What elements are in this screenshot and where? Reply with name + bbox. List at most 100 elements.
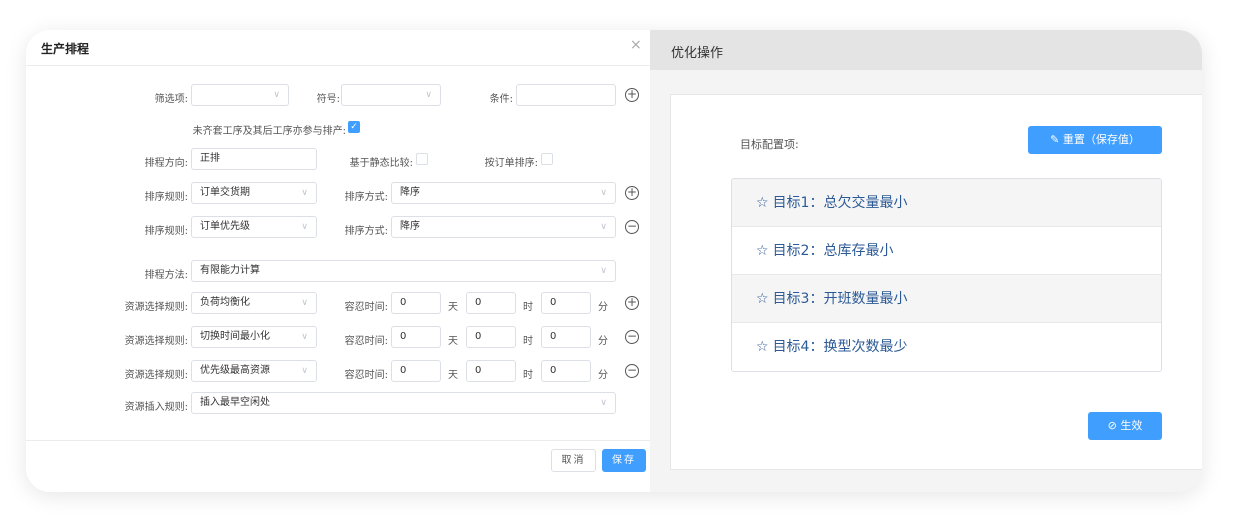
filter-field-select[interactable]: ∨ (191, 84, 289, 106)
sort-method-select[interactable]: 降序 ∨ (391, 216, 616, 238)
chevron-down-icon: ∨ (301, 366, 308, 376)
resource-rule-select[interactable]: 优先级最高资源 ∨ (191, 360, 317, 382)
sort-method-value: 降序 (400, 221, 420, 232)
chevron-down-icon: ∨ (301, 332, 308, 342)
tolerance-hour-input[interactable]: 0 (466, 360, 516, 382)
min-unit: 分 (598, 370, 608, 381)
tolerance-label: 容忍时间: (344, 302, 388, 313)
resource-rule-label: 资源选择规则: (124, 336, 188, 347)
tolerance-hour-input[interactable]: 0 (466, 326, 516, 348)
goal-item[interactable]: ☆ 目标1：总欠交量最小 (732, 179, 1161, 227)
schedule-method-value: 有限能力计算 (200, 265, 260, 276)
filter-field-label: 筛选项: (154, 94, 188, 105)
day-unit: 天 (448, 370, 458, 381)
cancel-button[interactable]: 取消 (551, 449, 596, 472)
schedule-method-label: 排程方法: (144, 270, 188, 281)
static-compare-checkbox[interactable] (416, 153, 428, 165)
resource-rule-select[interactable]: 负荷均衡化 ∨ (191, 292, 317, 314)
save-button[interactable]: 保存 (602, 449, 646, 472)
reset-button[interactable]: ✎ 重置（保存值） (1028, 126, 1162, 154)
static-compare-label: 基于静态比较: (349, 158, 413, 169)
apply-button[interactable]: ⊘ 生效 (1088, 412, 1162, 440)
panel-header: 生产排程 × (26, 30, 650, 66)
remove-resource-rule-icon[interactable]: − (625, 364, 639, 378)
add-filter-icon[interactable]: + (625, 88, 639, 102)
order-sort-checkbox[interactable] (541, 153, 553, 165)
hour-unit: 时 (523, 370, 533, 381)
order-sort-label: 按订单排序: (484, 158, 538, 169)
schedule-method-select[interactable]: 有限能力计算 ∨ (191, 260, 616, 282)
production-scheduling-panel: 生产排程 × 筛选项: ∨ 符号: ∨ 条件: + 未齐套工序及其后工序亦参与排… (26, 30, 650, 492)
incomplete-process-label: 未齐套工序及其后工序亦参与排产: (192, 126, 346, 137)
tolerance-day-input[interactable]: 0 (391, 292, 441, 314)
tolerance-day-input[interactable]: 0 (391, 360, 441, 382)
goal-item[interactable]: ☆ 目标2：总库存最小 (732, 227, 1161, 275)
resource-rule-select[interactable]: 切换时间最小化 ∨ (191, 326, 317, 348)
tolerance-hour-input[interactable]: 0 (466, 292, 516, 314)
sort-rule-label: 排序规则: (144, 192, 188, 203)
sort-method-select[interactable]: 降序 ∨ (391, 182, 616, 204)
target-config-label: 目标配置项: (740, 138, 799, 151)
chevron-down-icon: ∨ (600, 266, 607, 276)
sort-method-label: 排序方式: (344, 226, 388, 237)
hour-unit: 时 (523, 336, 533, 347)
sort-rule-select[interactable]: 订单交货期 ∨ (191, 182, 317, 204)
sort-rule-value: 订单交货期 (200, 187, 250, 198)
day-unit: 天 (448, 336, 458, 347)
filter-condition-input[interactable] (516, 84, 616, 106)
filter-symbol-label: 符号: (316, 94, 340, 105)
resource-rule-label: 资源选择规则: (124, 370, 188, 381)
remove-sort-rule-icon[interactable]: − (625, 220, 639, 234)
direction-label: 排程方向: (144, 158, 188, 169)
chevron-down-icon: ∨ (600, 398, 607, 408)
sort-rule-label: 排序规则: (144, 226, 188, 237)
panel-title: 生产排程 (41, 42, 90, 56)
chevron-down-icon: ∨ (600, 222, 607, 232)
filter-condition-label: 条件: (489, 94, 513, 105)
goal-item[interactable]: ☆ 目标4：换型次数最少 (732, 323, 1161, 371)
sort-method-value: 降序 (400, 187, 420, 198)
tolerance-min-input[interactable]: 0 (541, 326, 591, 348)
min-unit: 分 (598, 336, 608, 347)
goal-label: 目标2：总库存最小 (772, 243, 894, 259)
chevron-down-icon: ∨ (301, 222, 308, 232)
add-sort-rule-icon[interactable]: + (625, 186, 639, 200)
footer-divider (26, 440, 650, 441)
star-icon: ☆ (756, 195, 769, 211)
tolerance-day-input[interactable]: 0 (391, 326, 441, 348)
insert-rule-value: 插入最早空闲处 (200, 397, 270, 408)
resource-rule-label: 资源选择规则: (124, 302, 188, 313)
tolerance-label: 容忍时间: (344, 370, 388, 381)
optimization-panel: 优化操作 目标配置项: ✎ 重置（保存值） ☆ 目标1：总欠交量最小 ☆ 目标2：总… (650, 30, 1202, 492)
sort-rule-select[interactable]: 订单优先级 ∨ (191, 216, 317, 238)
goal-label: 目标1：总欠交量最小 (772, 195, 908, 211)
resource-rule-value: 优先级最高资源 (200, 365, 270, 376)
star-icon: ☆ (756, 291, 769, 307)
goal-label: 目标4：换型次数最少 (772, 339, 908, 355)
goal-label: 目标3：开班数量最小 (772, 291, 908, 307)
insert-rule-select[interactable]: 插入最早空闲处 ∨ (191, 392, 616, 414)
direction-select[interactable]: 正排 (191, 148, 317, 170)
close-icon[interactable]: × (630, 37, 642, 53)
add-resource-rule-icon[interactable]: + (625, 296, 639, 310)
chevron-down-icon: ∨ (600, 188, 607, 198)
hour-unit: 时 (523, 302, 533, 313)
filter-symbol-select[interactable]: ∨ (341, 84, 441, 106)
incomplete-process-checkbox[interactable]: ✓ (348, 121, 360, 133)
sort-rule-value: 订单优先级 (200, 221, 250, 232)
chevron-down-icon: ∨ (301, 298, 308, 308)
optimization-header: 优化操作 (650, 30, 1202, 70)
chevron-down-icon: ∨ (273, 90, 280, 100)
goal-item[interactable]: ☆ 目标3：开班数量最小 (732, 275, 1161, 323)
goal-list: ☆ 目标1：总欠交量最小 ☆ 目标2：总库存最小 ☆ 目标3：开班数量最小 ☆ 目标4：… (731, 178, 1162, 372)
remove-resource-rule-icon[interactable]: − (625, 330, 639, 344)
chevron-down-icon: ∨ (425, 90, 432, 100)
resource-rule-value: 负荷均衡化 (200, 297, 250, 308)
tolerance-label: 容忍时间: (344, 336, 388, 347)
insert-rule-label: 资源插入规则: (124, 402, 188, 413)
tolerance-min-input[interactable]: 0 (541, 360, 591, 382)
sort-method-label: 排序方式: (344, 192, 388, 203)
day-unit: 天 (448, 302, 458, 313)
star-icon: ☆ (756, 339, 769, 355)
tolerance-min-input[interactable]: 0 (541, 292, 591, 314)
